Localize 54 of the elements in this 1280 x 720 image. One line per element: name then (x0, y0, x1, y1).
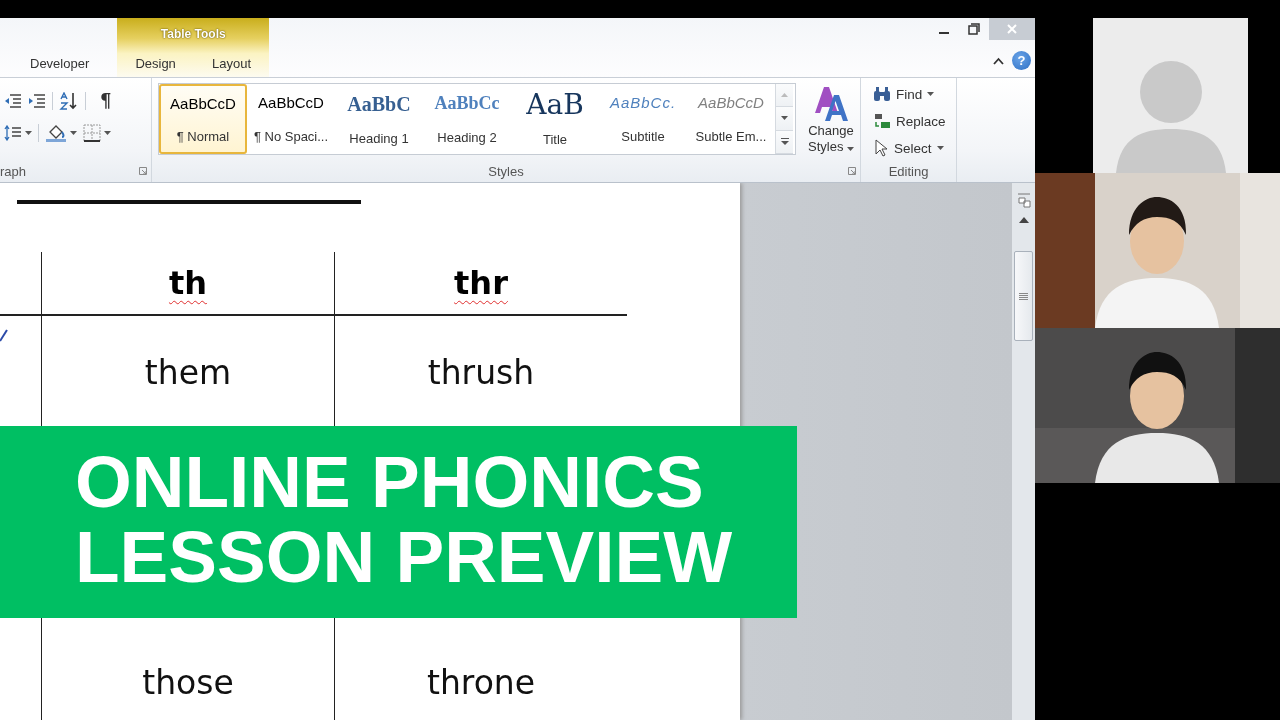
ribbon-tab[interactable]: Design (127, 51, 184, 75)
scroll-down-button[interactable] (776, 107, 793, 131)
style-item[interactable]: AaBbCc. Subtitle (599, 84, 687, 154)
replace-icon (873, 112, 891, 130)
shading-button[interactable] (45, 123, 77, 143)
select-button[interactable]: Select (873, 137, 956, 159)
style-item[interactable]: AaBbCcD Subtle Em... (687, 84, 775, 154)
decrease-indent-icon[interactable] (4, 92, 22, 109)
scrollbar-thumb[interactable] (1014, 251, 1033, 341)
up-arrow-icon (781, 93, 788, 98)
style-item[interactable]: AaBbCcD ¶ No Spaci... (247, 84, 335, 154)
table-cell: them (144, 352, 232, 392)
style-item[interactable]: AaBbCcD ¶ Normal (159, 84, 247, 154)
sort-icon[interactable] (59, 91, 79, 110)
find-button[interactable]: Find (873, 83, 956, 105)
caret-icon (70, 131, 77, 135)
style-item[interactable]: AaBbCc Heading 2 (423, 84, 511, 154)
borders-button[interactable] (83, 124, 111, 142)
table-cell: thrush (427, 352, 535, 392)
column-heading: th (168, 264, 208, 302)
style-item[interactable]: AaB Title (511, 84, 599, 154)
pen-stroke-icon (0, 329, 8, 343)
binoculars-icon (873, 86, 891, 102)
restore-icon (968, 23, 980, 35)
minimize-icon (939, 32, 949, 34)
more-icon (780, 138, 789, 146)
table-cell: those (142, 663, 234, 702)
change-styles-button[interactable]: Change Styles (802, 83, 860, 160)
down-arrow-icon (781, 116, 788, 121)
ribbon-tab[interactable]: Layout (204, 51, 260, 75)
show-marks-button[interactable]: ¶ (92, 90, 112, 111)
group-label: Styles (488, 163, 524, 179)
cursor-icon (873, 139, 889, 157)
ribbon-tab[interactable]: Developer (22, 51, 98, 75)
close-icon (1007, 24, 1017, 34)
style-item[interactable]: AaBbC Heading 1 (335, 84, 423, 154)
line-spacing-button[interactable] (4, 125, 32, 141)
replace-button[interactable]: Replace (873, 110, 956, 132)
column-heading: thr (454, 264, 508, 302)
banner-title: ONLINE PHONICS LESSON PREVIEW (75, 444, 734, 594)
group-label: Editing (888, 163, 929, 179)
dialog-launcher-icon[interactable] (139, 167, 147, 175)
increase-indent-icon[interactable] (28, 92, 46, 109)
avatar-icon (1115, 58, 1226, 173)
group-label: raph (0, 163, 27, 179)
caret-icon (25, 131, 32, 135)
scroll-up-icon[interactable] (1018, 217, 1029, 223)
table-cell: throne (426, 663, 536, 702)
caret-icon (104, 131, 111, 135)
dialog-launcher-icon[interactable] (848, 167, 856, 175)
collapse-ribbon-icon[interactable] (993, 56, 1004, 65)
contextual-group-label: Table Tools (159, 26, 227, 42)
more-button[interactable] (776, 130, 793, 154)
split-icon[interactable] (1015, 193, 1032, 209)
